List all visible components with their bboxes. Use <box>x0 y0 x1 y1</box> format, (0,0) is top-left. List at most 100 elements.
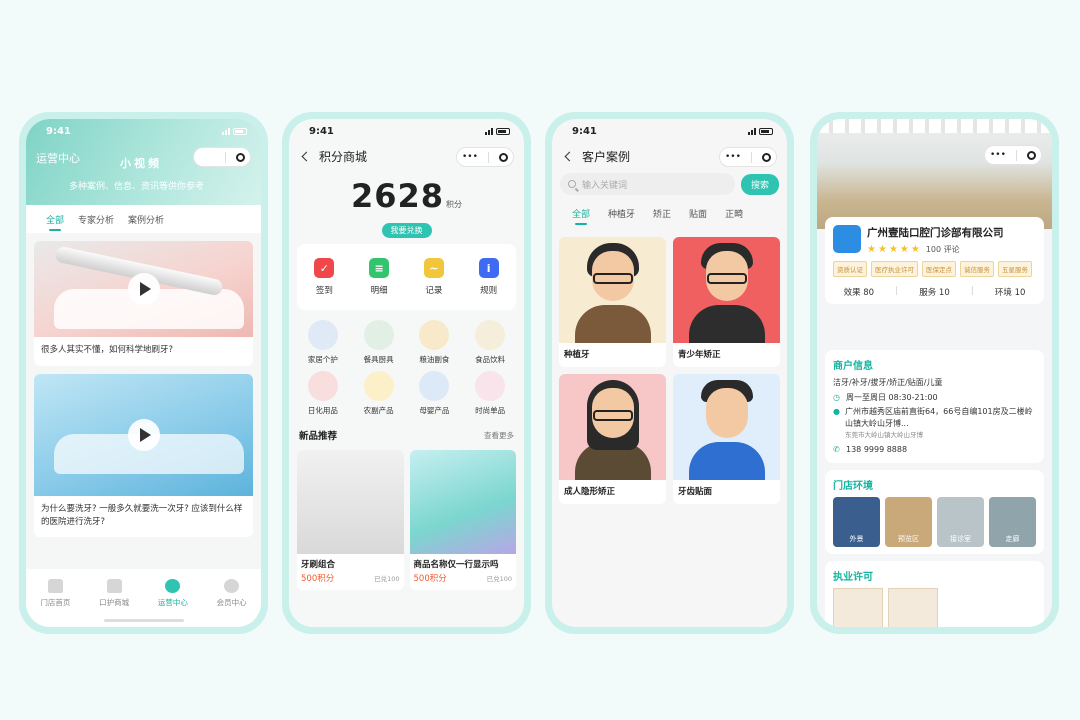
star-icon: ★ <box>899 243 909 255</box>
env-photo[interactable]: 外景 <box>833 496 880 547</box>
product-card[interactable]: 牙刷组合 500积分 已兑100 <box>297 450 404 590</box>
phone-icon: ✆ <box>833 444 840 454</box>
store-environment: 门店环境 外景 预览区 接诊室 走廊 <box>825 469 1044 554</box>
view-more-link[interactable]: 查看更多 <box>484 430 514 441</box>
redeem-button[interactable]: 我要兑换 <box>381 223 432 238</box>
tab-all[interactable]: 全部 <box>46 213 64 231</box>
clock-icon: ◷ <box>833 392 840 402</box>
search-input[interactable]: 输入关键词 <box>560 173 735 195</box>
mini-program-capsule[interactable]: ••• <box>719 147 777 167</box>
category-item[interactable]: 餐具厨具 <box>351 320 407 365</box>
back-icon[interactable] <box>564 151 575 161</box>
category-item[interactable]: 家居个护 <box>295 320 351 365</box>
tab-case[interactable]: 案例分析 <box>128 213 164 226</box>
info-icon: i <box>478 258 499 278</box>
banner-subtitle: 多种案例、信息、资讯等供你参考 <box>69 182 205 192</box>
case-label: 青少年矫正 <box>678 350 721 360</box>
case-avatar <box>673 237 780 343</box>
store-photo: ••• <box>817 119 1052 229</box>
video-thumbnail <box>34 241 253 337</box>
category-item[interactable]: 食品饮料 <box>462 320 518 365</box>
tabbar-member[interactable]: 会员中心 <box>217 579 247 627</box>
case-avatar <box>673 374 780 480</box>
product-name: 牙刷组合 <box>301 560 336 570</box>
store-info-card: 广州壹陆口腔门诊部有限公司 ★ ★ ★ ★ ★ 100 评论 资质认证 医疗执业许可 医… <box>825 217 1044 304</box>
tab-expert[interactable]: 专家分析 <box>78 213 114 226</box>
play-icon[interactable] <box>127 273 160 305</box>
phone-store-detail: ••• 广州壹陆口腔门诊部有限公司 ★ ★ ★ ★ ★ 100 评论 资质认证 医疗执业… <box>810 112 1059 634</box>
score-effect: 效果 80 <box>843 288 875 298</box>
store-logo <box>833 225 861 253</box>
case-tabs: 全部 种植牙 矫正 贴面 正畸 <box>552 199 787 227</box>
tab-implant[interactable]: 种植牙 <box>608 207 635 220</box>
tab-orthodontics[interactable]: 正畸 <box>725 207 743 220</box>
env-photo[interactable]: 预览区 <box>885 496 932 547</box>
case-card[interactable]: 成人隐形矫正 <box>559 374 666 504</box>
section-title: 执业许可 <box>833 571 873 583</box>
status-bar: 9:41 <box>289 119 524 143</box>
search-bar: 输入关键词 搜索 <box>560 173 779 195</box>
store-address[interactable]: ● 广州市越秀区庙前直街64，66号自编101房及二楼岭山镇大岭山牙博... 东莞市… <box>833 406 1036 441</box>
product-price: 500积分 <box>301 574 335 584</box>
badge: 资质认证 <box>833 261 867 277</box>
license-image[interactable] <box>833 587 883 627</box>
store-scores: 效果 80 | 服务 10 | 环境 10 <box>843 286 1026 298</box>
location-icon: ● <box>833 407 840 417</box>
store-phone[interactable]: ✆ 138 9999 8888 <box>833 444 1036 456</box>
store-rating: ★ ★ ★ ★ ★ 100 评论 <box>867 244 1004 255</box>
tabbar-store-home[interactable]: 门店首页 <box>40 579 70 627</box>
service-list: 洁牙/补牙/拔牙/矫正/贴面/儿童 <box>833 378 943 387</box>
user-icon <box>224 579 240 593</box>
phone-operations-center: 9:41 ••• 运营中心 小视频 多种案例、信息、资讯等供你参考 全部 专家分… <box>19 112 268 634</box>
quick-checkin[interactable]: ✓ 签到 <box>314 258 335 296</box>
list-icon: ≡ <box>369 258 390 278</box>
banner-title: 小视频 <box>120 157 162 170</box>
back-icon[interactable] <box>301 151 312 161</box>
search-button[interactable]: 搜索 <box>741 173 779 195</box>
case-label: 牙齿贴面 <box>678 487 713 497</box>
product-name: 商品名称仅一行显示吗 <box>413 560 499 570</box>
env-photo[interactable]: 走廊 <box>989 496 1036 547</box>
category-item[interactable]: 农副产品 <box>351 371 407 416</box>
merchant-info: 商户信息 洁牙/补牙/拔牙/矫正/贴面/儿童 ◷ 周一至周日 08:30-21:0… <box>825 350 1044 463</box>
license-image[interactable] <box>888 587 938 627</box>
category-item[interactable]: 母婴产品 <box>407 371 463 416</box>
category-item[interactable]: 时尚单品 <box>462 371 518 416</box>
category-item[interactable]: 日化用品 <box>295 371 351 416</box>
page-title: 运营中心 <box>36 152 80 165</box>
tab-all[interactable]: 全部 <box>572 207 590 225</box>
video-caption: 很多人其实不懂，如何科学地刷牙? <box>41 345 174 355</box>
page-title: 客户案例 <box>582 149 631 164</box>
video-card[interactable]: 为什么要洗牙? 一般多久就要洗一次牙? 应该到什么样的医院进行洗牙? <box>34 373 253 538</box>
product-sold: 已兑100 <box>486 575 512 583</box>
env-photo[interactable]: 接诊室 <box>937 496 984 547</box>
play-icon[interactable] <box>127 418 160 451</box>
category-item[interactable]: 粮油副食 <box>407 320 463 365</box>
product-list: 牙刷组合 500积分 已兑100 商品名称仅一行显示吗 500积分 已兑100 <box>297 450 516 590</box>
case-card[interactable]: 牙齿贴面 <box>673 374 780 504</box>
review-count[interactable]: 100 评论 <box>926 244 960 255</box>
quick-rules[interactable]: i 规则 <box>478 258 499 296</box>
case-card[interactable]: 种植牙 <box>559 237 666 367</box>
case-card[interactable]: 青少年矫正 <box>673 237 780 367</box>
operations-icon <box>165 579 181 593</box>
quick-details[interactable]: ≡ 明细 <box>369 258 390 296</box>
quick-actions: ✓ 签到 ≡ 明细 ~ 记录 i 规则 <box>297 244 516 310</box>
quick-records[interactable]: ~ 记录 <box>423 258 444 296</box>
home-icon <box>47 579 63 593</box>
mini-program-capsule[interactable]: ••• <box>456 147 514 167</box>
points-unit: 积分 <box>446 200 463 209</box>
score-service: 服务 10 <box>919 288 950 298</box>
product-card[interactable]: 商品名称仅一行显示吗 500积分 已兑100 <box>409 450 516 590</box>
star-icon: ★ <box>877 243 887 255</box>
product-sold: 已兑100 <box>374 575 400 583</box>
new-products-header: 新品推荐 查看更多 <box>299 428 514 443</box>
mini-program-capsule[interactable]: ••• <box>984 145 1042 165</box>
mini-program-capsule[interactable]: ••• <box>193 147 251 167</box>
tab-correction[interactable]: 矫正 <box>653 207 671 220</box>
badge: 医保定点 <box>922 261 956 277</box>
tab-veneer[interactable]: 贴面 <box>689 207 707 220</box>
video-card[interactable]: 很多人其实不懂，如何科学地刷牙? <box>34 241 253 366</box>
video-thumbnail <box>34 373 253 496</box>
case-label: 成人隐形矫正 <box>564 487 616 497</box>
